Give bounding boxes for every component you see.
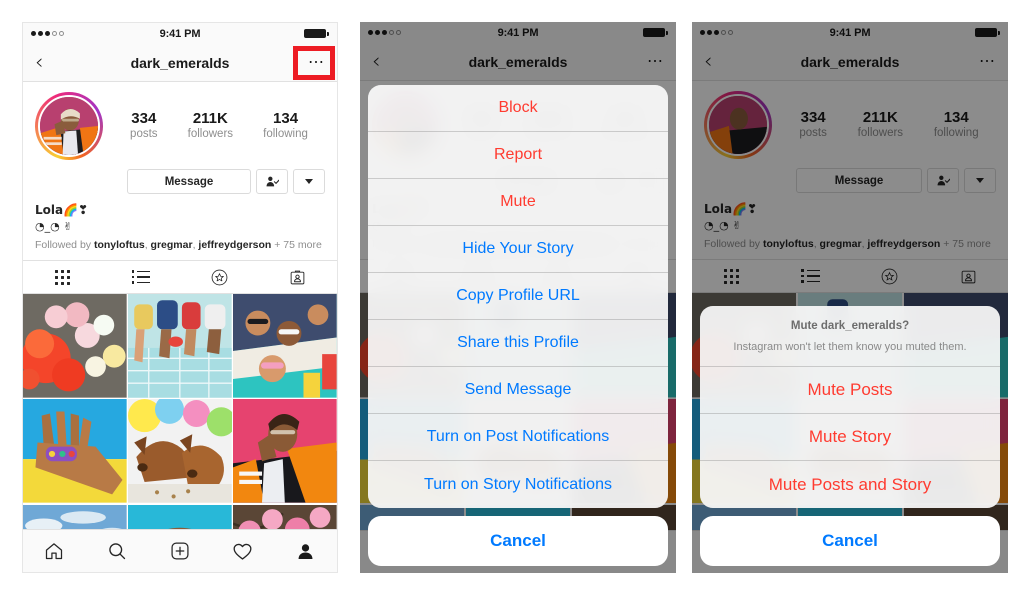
action-share-this-profile[interactable]: Share this Profile [368,320,668,367]
action-turn-on-post-notifications[interactable]: Turn on Post Notifications [368,414,668,461]
action-mute-story[interactable]: Mute Story [700,414,1000,461]
post-thumbnail [128,294,232,398]
bio-display-name: Lola🌈❣ [35,203,89,217]
stat-following[interactable]: 134 following [263,110,308,142]
sidebar-item-tagged-tab[interactable] [259,269,338,286]
sidebar-item-list-tab[interactable] [102,270,181,284]
grid-icon [54,269,70,285]
followed-by-suffix: + 75 more [271,239,322,252]
following-button[interactable] [256,169,288,194]
profile-tab-strip [23,260,338,295]
sidebar-item-featured-tab[interactable] [180,269,259,286]
cancel-button[interactable]: Cancel [368,516,668,566]
action-mute[interactable]: Mute [368,179,668,226]
profile-header: 334 posts 211K followers 134 following [23,82,337,194]
page-title: dark_emeralds [130,54,230,71]
post-thumbnail [23,399,127,504]
nav-bar: ‹ dark_emeralds ⋯ [23,44,337,82]
search-tab[interactable] [86,541,149,561]
search-icon [109,543,126,560]
screen-mute-dialog: 9:41 PM ‹ dark_emeralds ⋯ 334 posts 211K… [692,22,1008,573]
stat-followers[interactable]: 211K followers [188,110,233,142]
story-ring[interactable] [35,92,103,160]
create-tab[interactable] [149,541,212,561]
screen-profile: 9:41 PM ‹ dark_emeralds ⋯ 334 posts 211K… [23,23,337,572]
avatar[interactable] [38,95,100,157]
person-check-icon [266,176,279,187]
profile-stats: 334 posts 211K followers 134 following [115,110,325,142]
post-orange-jacket-portrait[interactable] [233,399,337,504]
bottom-nav-bar [23,529,337,572]
status-bar: 9:41 PM [23,23,337,44]
phone-panel-mute-dialog: 9:41 PM ‹ dark_emeralds ⋯ 334 posts 211K… [692,22,1008,573]
action-hide-your-story[interactable]: Hide Your Story [368,226,668,273]
stat-value: 134 [273,110,299,128]
activity-tab[interactable] [211,541,274,562]
mute-dialog-items: Mute dark_emeralds? Instagram won't let … [700,306,1000,508]
post-flowers-roses[interactable] [23,294,127,398]
stat-value: 334 [131,110,157,128]
caret-down-icon [305,179,313,184]
phone-panel-profile: 9:41 PM ‹ dark_emeralds ⋯ 334 posts 211K… [22,22,338,573]
action-sheet: Block Report Mute Hide Your Story Copy P… [368,85,668,566]
plus-square-icon [171,542,189,560]
stat-posts[interactable]: 334 posts [130,110,158,142]
stat-value: 211K [192,110,228,128]
avatar-image [40,97,98,155]
action-turn-on-story-notifications[interactable]: Turn on Story Notifications [368,461,668,508]
profile-tab[interactable] [274,542,337,561]
profile-bio: Lola🌈❣ ◔_◔ ✌ [23,194,337,234]
follower-name-2[interactable]: gregmar [151,239,193,251]
sidebar-item-grid-tab[interactable] [23,269,102,285]
action-sheet-items: Block Report Mute Hide Your Story Copy P… [368,85,668,508]
stat-label: posts [130,128,158,141]
action-copy-profile-url[interactable]: Copy Profile URL [368,273,668,320]
person-filled-icon [298,543,313,559]
post-puppies[interactable] [128,399,232,504]
post-thumbnail [233,399,337,504]
action-report[interactable]: Report [368,132,668,179]
action-block[interactable]: Block [368,85,668,132]
screen-action-sheet: 9:41 PM ‹ dark_emeralds ⋯ Block Report M… [360,22,676,573]
action-send-message[interactable]: Send Message [368,367,668,414]
profile-actions: Message [127,169,325,194]
star-circle-icon [211,269,228,286]
message-button[interactable]: Message [127,169,251,194]
action-mute-posts[interactable]: Mute Posts [700,367,1000,414]
more-options-button[interactable]: ⋯ [308,54,325,70]
post-thumbnail [23,294,127,398]
list-icon [131,270,150,284]
tagged-person-icon [290,270,305,285]
bio-second-line: ◔_◔ ✌ [35,219,73,233]
suggestions-dropdown-button[interactable] [293,169,325,194]
back-button[interactable]: ‹ [35,52,43,73]
followed-by-prefix: Followed by [35,239,94,252]
screenshot-stage: 9:41 PM ‹ dark_emeralds ⋯ 334 posts 211K… [0,0,1024,597]
post-friends-lying-down[interactable] [233,294,337,398]
stat-label: following [263,128,308,141]
mute-dialog: Mute dark_emeralds? Instagram won't let … [700,306,1000,566]
cancel-button[interactable]: Cancel [700,516,1000,566]
post-thumbnail [233,294,337,398]
follower-name-1[interactable]: tonyloftus [94,239,145,251]
followed-by-text[interactable]: Followed by tonyloftus, gregmar, jeffrey… [23,234,337,260]
action-mute-posts-and-story[interactable]: Mute Posts and Story [700,461,1000,508]
mute-dialog-header: Mute dark_emeralds? Instagram won't let … [700,306,1000,367]
post-friends-on-steps[interactable] [128,294,232,398]
post-hand-bracelet[interactable] [23,399,127,504]
post-thumbnail [128,399,232,504]
phone-panel-action-sheet: 9:41 PM ‹ dark_emeralds ⋯ Block Report M… [360,22,676,573]
mute-dialog-title: Mute dark_emeralds? [790,320,910,333]
status-time: 9:41 PM [159,27,201,40]
stat-label: followers [187,128,234,141]
heart-icon [233,543,252,560]
mute-dialog-subtitle: Instagram won't let them know you muted … [733,340,967,353]
home-icon [46,543,63,560]
follower-name-3[interactable]: jeffreydgerson [198,239,271,251]
home-tab[interactable] [23,541,86,561]
